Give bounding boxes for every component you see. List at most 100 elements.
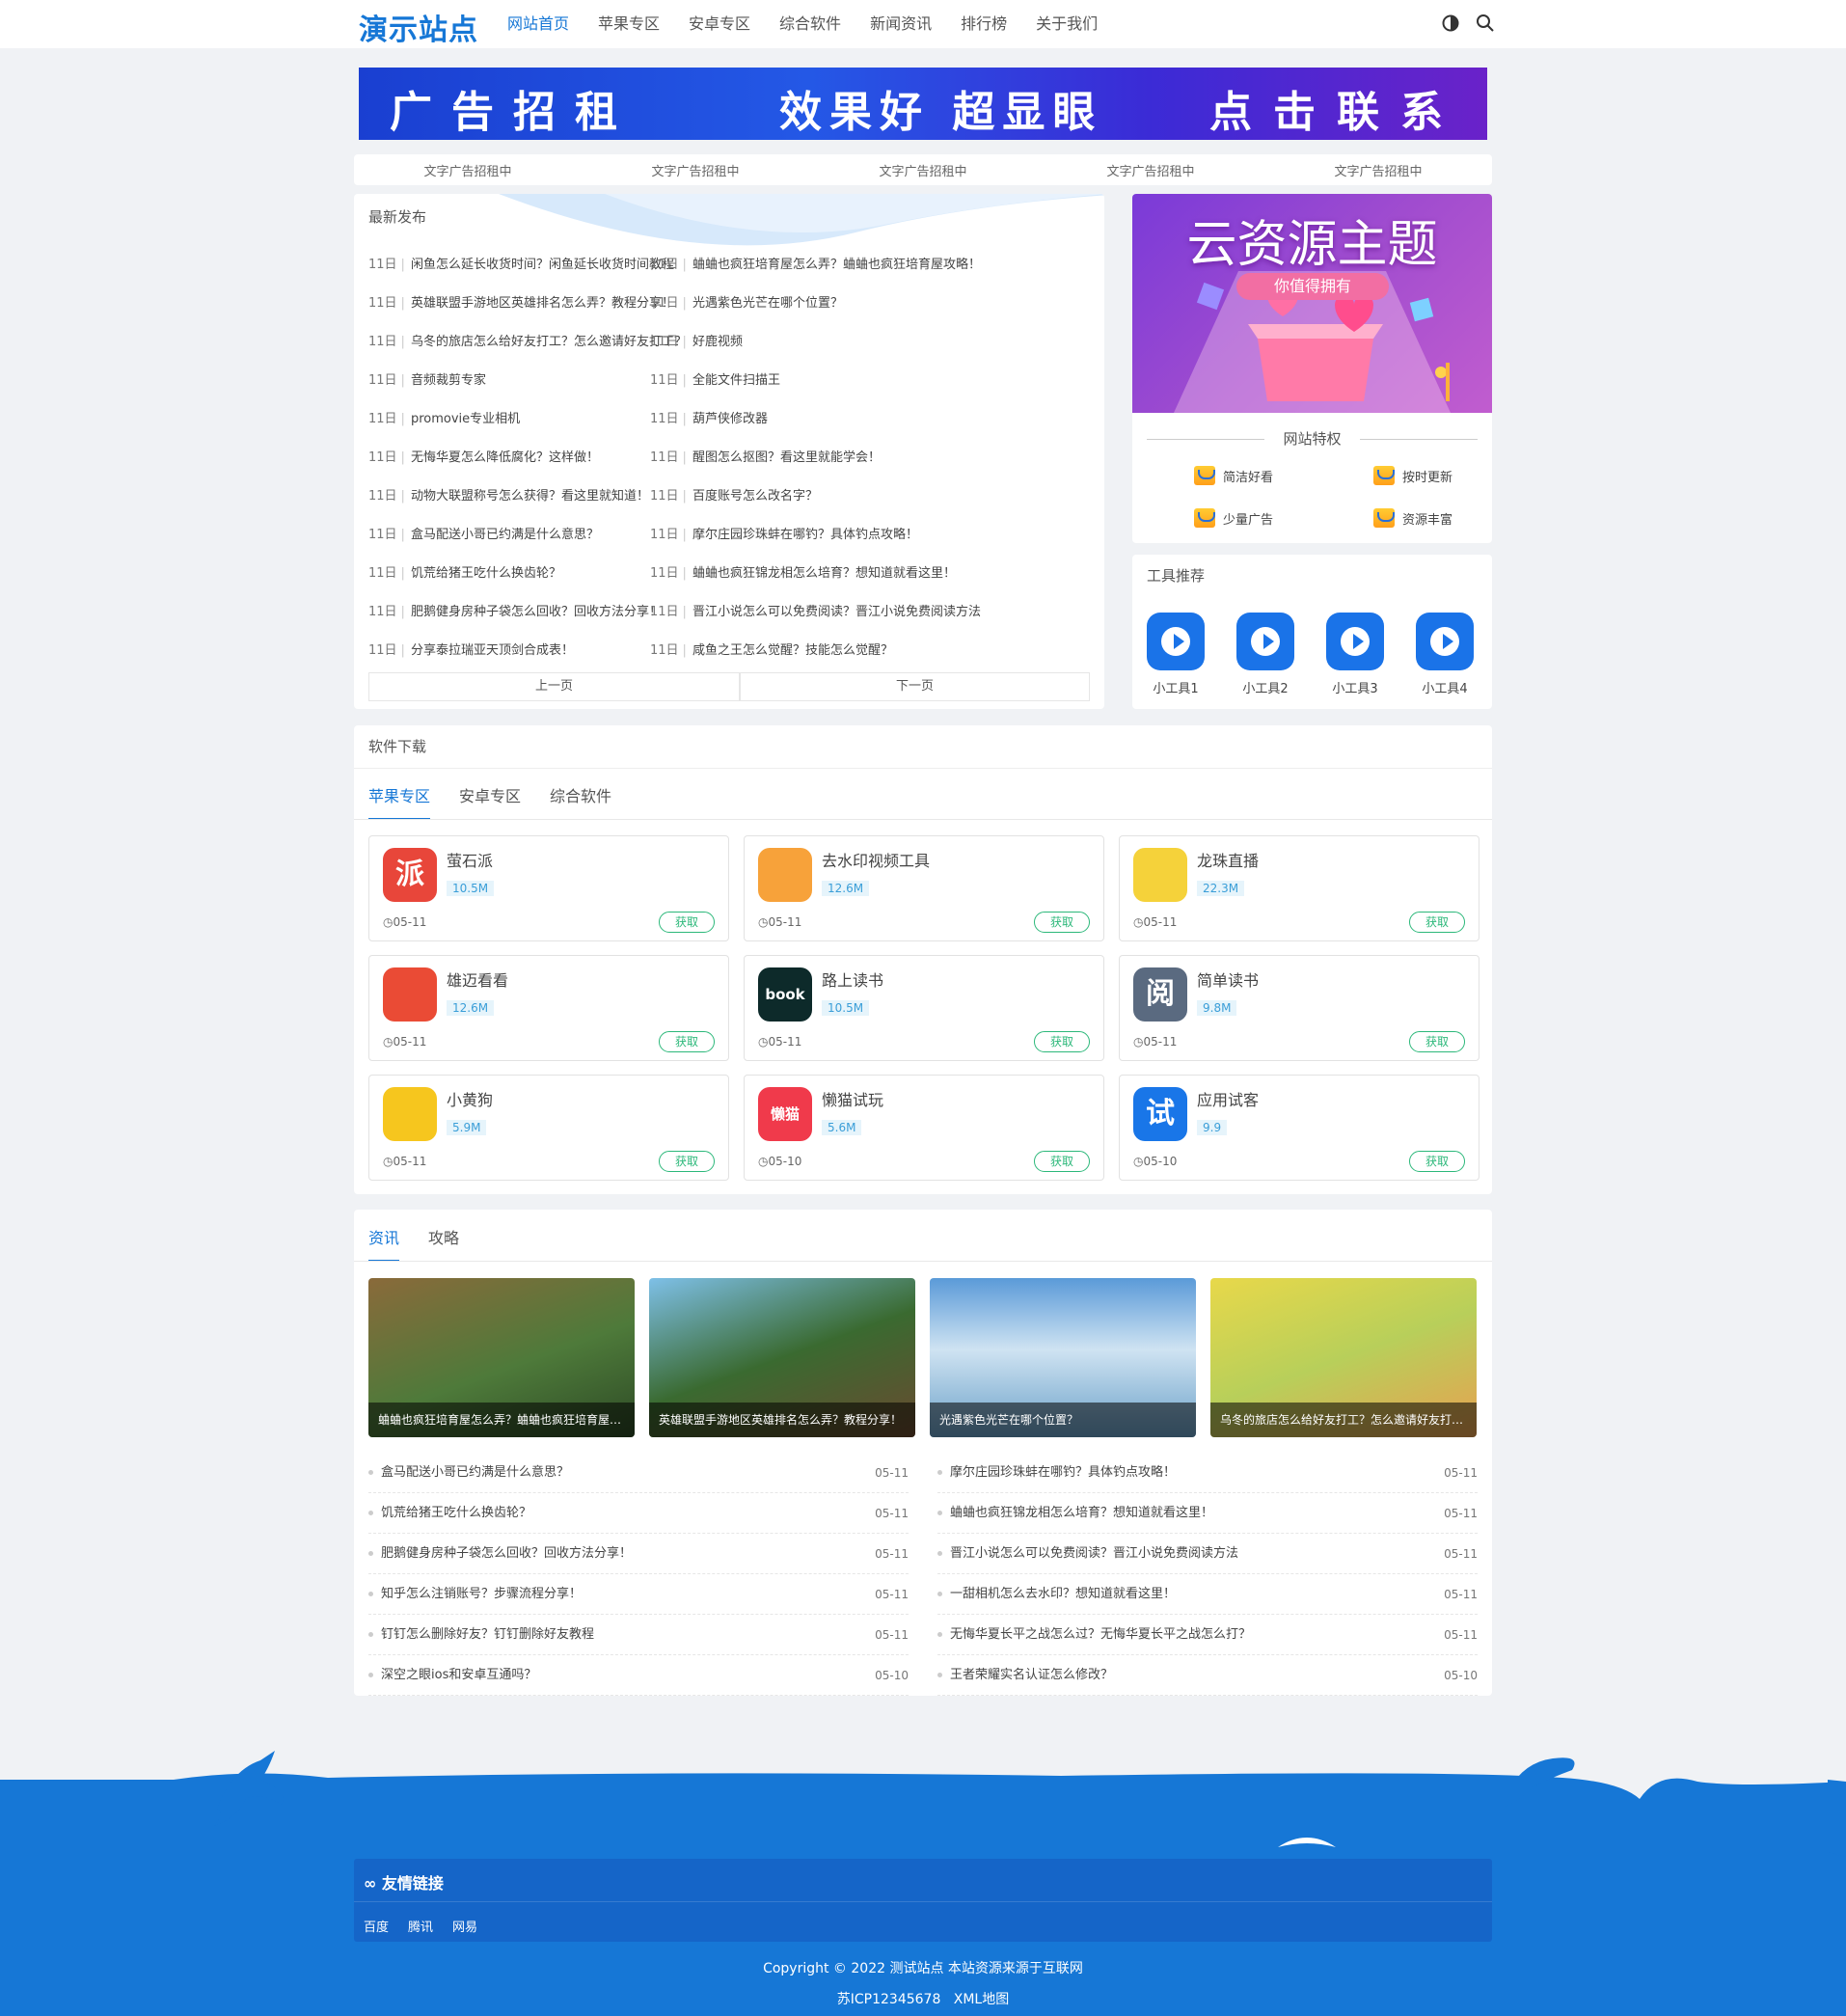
latest-item[interactable]: 11日 | 蛐蛐也疯狂锦龙相怎么培育？想知道就看这里！ — [650, 562, 956, 581]
app-card[interactable]: 派萤石派 10.5M ◷05-11 获取 — [368, 835, 729, 941]
nav-apple[interactable]: 苹果专区 — [598, 0, 660, 48]
latest-item[interactable]: 11日 | 蛐蛐也疯狂培育屋怎么弄？蛐蛐也疯狂培育屋攻略！ — [650, 254, 981, 272]
tab-android[interactable]: 安卓专区 — [459, 783, 521, 820]
news-row[interactable]: 盒马配送小哥已约满是什么意思？ 05-11 — [368, 1453, 909, 1493]
news-row[interactable]: 肥鹅健身房种子袋怎么回收？回收方法分享！ 05-11 — [368, 1534, 909, 1574]
latest-item[interactable]: 11日 | 醒图怎么抠图？看这里就能学会！ — [650, 447, 881, 465]
get-button[interactable]: 获取 — [659, 1151, 715, 1172]
item-day: 11日 — [650, 566, 679, 581]
item-title: 肥鹅健身房种子袋怎么回收？回收方法分享！ — [410, 605, 662, 619]
nav-software[interactable]: 综合软件 — [779, 0, 841, 48]
ad-banner[interactable]: 广告招租 效果好 超显眼 点击联系 — [359, 68, 1487, 140]
app-date-text: 05-11 — [393, 915, 427, 929]
latest-item[interactable]: 11日 | 全能文件扫描王 — [650, 369, 780, 388]
app-date: ◷05-11 — [1133, 1035, 1177, 1049]
news-row[interactable]: 一甜相机怎么去水印？想知道就看这里！ 05-11 — [937, 1574, 1478, 1615]
friend-link[interactable]: 百度 — [364, 1917, 389, 1935]
nav-news[interactable]: 新闻资讯 — [870, 0, 932, 48]
tool-item[interactable]: 小工具1 — [1147, 613, 1205, 696]
friend-link[interactable]: 网易 — [452, 1917, 477, 1935]
get-button[interactable]: 获取 — [659, 1031, 715, 1052]
latest-item[interactable]: 11日 | 摩尔庄园珍珠蚌在哪钓？具体钓点攻略！ — [650, 524, 918, 542]
prev-page-button[interactable]: 上一页 — [368, 672, 740, 701]
latest-item[interactable]: 11日 | 乌冬的旅店怎么给好友打工？怎么邀请好友打工？ — [368, 331, 687, 349]
banner-text-3: 点击联系 — [1209, 88, 1464, 137]
get-button[interactable]: 获取 — [1034, 912, 1090, 933]
feature-label: 简洁好看 — [1223, 470, 1274, 485]
text-ad[interactable]: 文字广告招租中 — [1037, 161, 1264, 179]
tool-item[interactable]: 小工具2 — [1236, 613, 1294, 696]
news-row[interactable]: 晋江小说怎么可以免费阅读？晋江小说免费阅读方法 05-11 — [937, 1534, 1478, 1574]
news-picture[interactable]: 英雄联盟手游地区英雄排名怎么弄？教程分享！ — [649, 1278, 915, 1437]
text-ad[interactable]: 文字广告招租中 — [1264, 161, 1492, 179]
app-card[interactable]: 试应用试客 9.9 ◷05-10 获取 — [1119, 1075, 1480, 1181]
get-button[interactable]: 获取 — [1034, 1151, 1090, 1172]
latest-item[interactable]: 11日 | 无悔华夏怎么降低腐化？这样做！ — [368, 447, 599, 465]
get-button[interactable]: 获取 — [1034, 1031, 1090, 1052]
search-icon[interactable] — [1476, 14, 1495, 33]
latest-item[interactable]: 11日 | promovie专业相机 — [368, 408, 520, 426]
app-card[interactable]: 雄迈看看 12.6M ◷05-11 获取 — [368, 955, 729, 1061]
bullet-icon — [368, 1511, 373, 1515]
get-button[interactable]: 获取 — [1409, 1031, 1465, 1052]
app-card[interactable]: 小黄狗 5.9M ◷05-11 获取 — [368, 1075, 729, 1181]
news-picture[interactable]: 乌冬的旅店怎么给好友打工？怎么邀请好友打工？ — [1210, 1278, 1477, 1437]
nav-android[interactable]: 安卓专区 — [689, 0, 750, 48]
dark-mode-icon[interactable] — [1441, 14, 1460, 33]
latest-item[interactable]: 11日 | 盒马配送小哥已约满是什么意思？ — [368, 524, 599, 542]
app-name: 去水印视频工具 — [822, 852, 931, 870]
nav-about[interactable]: 关于我们 — [1036, 0, 1098, 48]
latest-item[interactable]: 11日 | 百度账号怎么改名字？ — [650, 485, 818, 504]
latest-item[interactable]: 11日 | 葫芦侠修改器 — [650, 408, 768, 426]
latest-item[interactable]: 11日 | 闲鱼怎么延长收货时间？闲鱼延长收货时间教程 — [368, 254, 674, 272]
site-logo[interactable]: 演示站点 — [359, 6, 478, 48]
app-card[interactable]: 懒猫 懒猫试玩 5.6M ◷05-10 获取 — [744, 1075, 1104, 1181]
nav-home[interactable]: 网站首页 — [507, 0, 569, 48]
latest-item[interactable]: 11日 | 动物大联盟称号怎么获得？看这里就知道！ — [368, 485, 649, 504]
text-ad[interactable]: 文字广告招租中 — [809, 161, 1037, 179]
tool-item[interactable]: 小工具3 — [1326, 613, 1384, 696]
get-button[interactable]: 获取 — [1409, 912, 1465, 933]
promo-image[interactable]: 云资源主题 你值得拥有 — [1132, 194, 1492, 413]
get-button[interactable]: 获取 — [659, 912, 715, 933]
latest-item[interactable]: 11日 | 光遇紫色光芒在哪个位置？ — [650, 292, 843, 311]
friend-link[interactable]: 腾讯 — [408, 1917, 433, 1935]
latest-item[interactable]: 11日 | 咸鱼之王怎么觉醒？技能怎么觉醒？ — [650, 640, 893, 658]
app-card[interactable]: 去水印视频工具 12.6M ◷05-11 获取 — [744, 835, 1104, 941]
nav-ranking[interactable]: 排行榜 — [961, 0, 1007, 48]
app-card[interactable]: 阅简单读书 9.8M ◷05-11 获取 — [1119, 955, 1480, 1061]
latest-item[interactable]: 11日 | 音频裁剪专家 — [368, 369, 486, 388]
next-page-button[interactable]: 下一页 — [740, 672, 1090, 701]
latest-item[interactable]: 11日 | 英雄联盟手游地区英雄排名怎么弄？教程分享！ — [368, 292, 674, 311]
latest-item[interactable]: 11日 | 肥鹅健身房种子袋怎么回收？回收方法分享！ — [368, 601, 662, 619]
text-ad[interactable]: 文字广告招租中 — [354, 161, 582, 179]
tab-news[interactable]: 资讯 — [368, 1225, 400, 1262]
news-row[interactable]: 知乎怎么注销账号？步骤流程分享！ 05-11 — [368, 1574, 909, 1615]
item-day: 11日 — [368, 489, 397, 504]
news-title: 无悔华夏长平之战怎么过？无悔华夏长平之战怎么打？ — [950, 1627, 1252, 1642]
app-size: 12.6M — [822, 881, 870, 896]
latest-item[interactable]: 11日 | 晋江小说怎么可以免费阅读？晋江小说免费阅读方法 — [650, 601, 981, 619]
app-card[interactable]: 龙珠直播 22.3M ◷05-11 获取 — [1119, 835, 1480, 941]
latest-item[interactable]: 11日 | 分享泰拉瑞亚天顶剑合成表！ — [368, 640, 574, 658]
news-row[interactable]: 无悔华夏长平之战怎么过？无悔华夏长平之战怎么打？ 05-11 — [937, 1615, 1478, 1655]
news-row[interactable]: 钉钉怎么删除好友？钉钉删除好友教程 05-11 — [368, 1615, 909, 1655]
news-row[interactable]: 饥荒给猪王吃什么换齿轮？ 05-11 — [368, 1493, 909, 1534]
news-row[interactable]: 蛐蛐也疯狂锦龙相怎么培育？想知道就看这里！ 05-11 — [937, 1493, 1478, 1534]
icp-link[interactable]: 苏ICP12345678 — [837, 1992, 941, 2007]
text-ad[interactable]: 文字广告招租中 — [582, 161, 809, 179]
tab-software[interactable]: 综合软件 — [550, 783, 611, 820]
sitemap-link[interactable]: XML地图 — [954, 1992, 1009, 2007]
tab-apple[interactable]: 苹果专区 — [368, 783, 431, 820]
latest-item[interactable]: 11日 | 饥荒给猪王吃什么换齿轮？ — [368, 562, 561, 581]
news-row[interactable]: 摩尔庄园珍珠蚌在哪钓？具体钓点攻略！ 05-11 — [937, 1453, 1478, 1493]
news-row[interactable]: 深空之眼ios和安卓互通吗？ 05-10 — [368, 1655, 909, 1696]
tool-item[interactable]: 小工具4 — [1416, 613, 1474, 696]
tab-guides[interactable]: 攻略 — [428, 1225, 459, 1262]
news-row[interactable]: 王者荣耀实名认证怎么修改？ 05-10 — [937, 1655, 1478, 1696]
latest-item[interactable]: 11日 | 好鹿视频 — [650, 331, 743, 349]
app-card[interactable]: book 路上读书 10.5M ◷05-11 获取 — [744, 955, 1104, 1061]
get-button[interactable]: 获取 — [1409, 1151, 1465, 1172]
news-picture[interactable]: 蛐蛐也疯狂培育屋怎么弄？蛐蛐也疯狂培育屋攻略！ — [368, 1278, 635, 1437]
news-picture[interactable]: 光遇紫色光芒在哪个位置？ — [930, 1278, 1196, 1437]
